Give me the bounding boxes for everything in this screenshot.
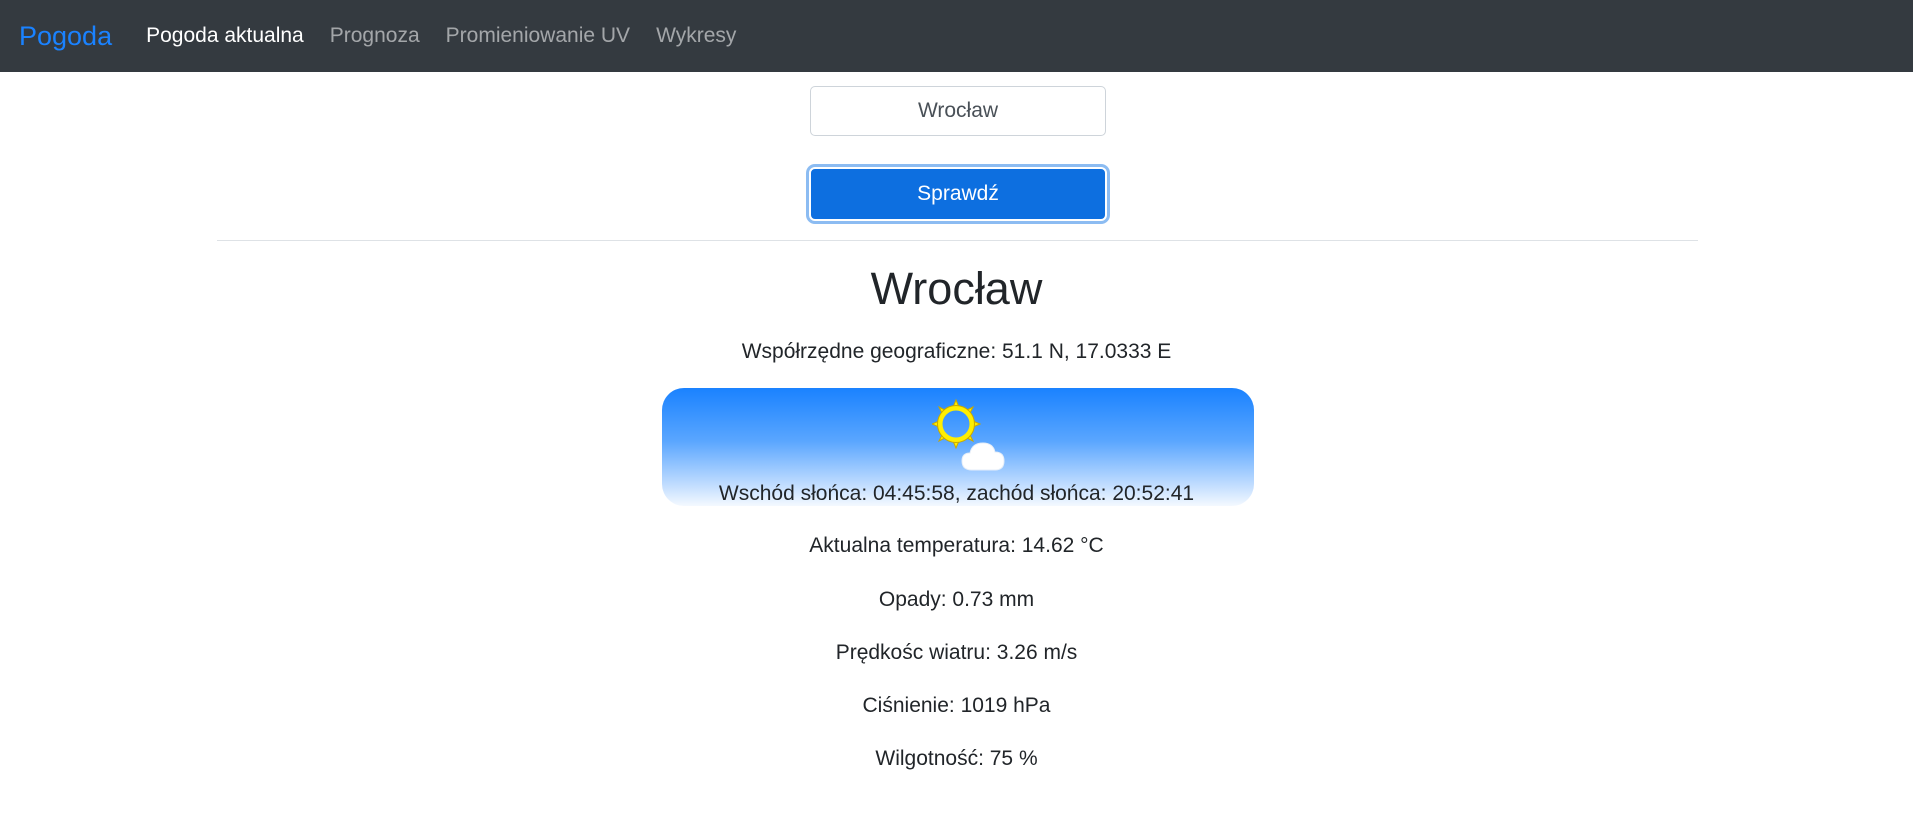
temperature-text: Aktualna temperatura: 14.62 °C bbox=[809, 534, 1104, 557]
city-title: Wrocław bbox=[870, 263, 1043, 314]
divider bbox=[217, 240, 1698, 241]
humidity-text: Wilgotność: 75 % bbox=[875, 747, 1038, 770]
top-navbar: Pogoda Pogoda aktualna Prognoza Promieni… bbox=[0, 0, 1913, 72]
precipitation-text: Opady: 0.73 mm bbox=[878, 588, 1035, 611]
brand-link[interactable]: Pogoda bbox=[19, 0, 112, 72]
cloud-icon bbox=[961, 442, 1005, 471]
nav-item-charts[interactable]: Wykresy bbox=[656, 0, 736, 72]
sun-icon bbox=[932, 398, 982, 450]
nav-item-uv[interactable]: Promieniowanie UV bbox=[446, 0, 630, 72]
sun-behind-cloud-icon bbox=[932, 398, 1005, 471]
wind-speed-text: Prędkośc wiatru: 3.26 m/s bbox=[835, 641, 1078, 664]
sunrise-sunset-text: Wschód słońca: 04:45:58, zachód słońca: … bbox=[718, 482, 1195, 505]
check-button[interactable]: Sprawdź bbox=[809, 167, 1107, 221]
coordinates-text: Współrzędne geograficzne: 51.1 N, 17.033… bbox=[741, 340, 1172, 363]
city-input[interactable] bbox=[810, 86, 1106, 136]
nav-item-current-weather[interactable]: Pogoda aktualna bbox=[146, 0, 304, 72]
nav-item-forecast[interactable]: Prognoza bbox=[330, 0, 420, 72]
pressure-text: Ciśnienie: 1019 hPa bbox=[862, 694, 1051, 717]
